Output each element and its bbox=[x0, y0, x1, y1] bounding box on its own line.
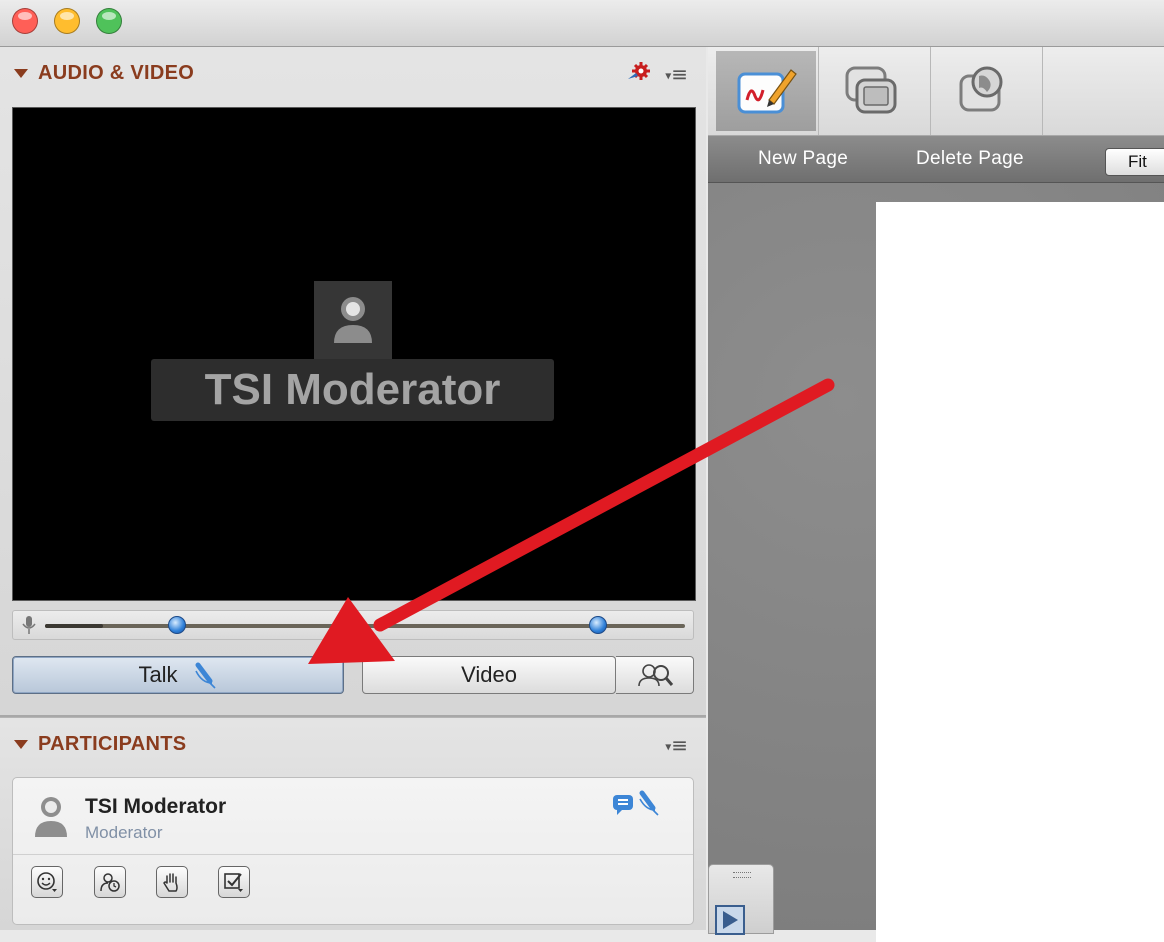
toolbar-separator bbox=[818, 47, 819, 135]
participant-name: TSI Moderator bbox=[85, 795, 227, 818]
microphone-icon bbox=[22, 616, 36, 634]
page-controls-bar: New Page Delete Page Fit bbox=[708, 136, 1164, 183]
minimize-window-button[interactable] bbox=[54, 8, 80, 34]
whiteboard-pen-icon bbox=[737, 69, 797, 114]
close-window-button[interactable] bbox=[12, 8, 38, 34]
mic-volume-slider-thumb[interactable] bbox=[168, 616, 186, 634]
participant-divider bbox=[13, 854, 693, 855]
window-titlebar bbox=[0, 0, 1164, 47]
away-status-button[interactable] bbox=[94, 866, 126, 898]
new-page-button[interactable]: New Page bbox=[758, 136, 848, 182]
microphone-icon bbox=[194, 662, 216, 689]
panel-menu-icon[interactable]: ▾≡ bbox=[665, 733, 688, 757]
collapse-triangle-icon[interactable] bbox=[14, 68, 28, 78]
mood-status-button[interactable] bbox=[31, 866, 63, 898]
hand-icon bbox=[163, 873, 178, 892]
whiteboard-area: New Page Delete Page Fit bbox=[708, 47, 1164, 942]
zoom-video-button[interactable] bbox=[616, 656, 694, 694]
delete-page-button[interactable]: Delete Page bbox=[916, 136, 1024, 182]
speaker-volume-slider-thumb[interactable] bbox=[589, 616, 607, 634]
raise-hand-button[interactable] bbox=[156, 866, 188, 898]
checkbox-icon bbox=[224, 873, 243, 892]
audio-level-bar bbox=[12, 610, 694, 640]
magnify-person-icon bbox=[637, 664, 673, 687]
whiteboard-tab[interactable] bbox=[716, 51, 816, 131]
participants-title: PARTICIPANTS bbox=[38, 732, 187, 755]
chat-bubble-icon[interactable] bbox=[611, 792, 635, 816]
collapse-triangle-icon[interactable] bbox=[14, 739, 28, 749]
zoom-window-button[interactable] bbox=[96, 8, 122, 34]
smiley-icon bbox=[37, 872, 57, 892]
participant-role: Moderator bbox=[85, 823, 163, 842]
screen-share-icon bbox=[845, 66, 897, 114]
content-toolbar bbox=[708, 47, 1164, 136]
video-label: Video bbox=[461, 662, 517, 687]
participant-avatar-icon bbox=[35, 797, 67, 837]
web-tab[interactable] bbox=[932, 51, 1032, 131]
video-button[interactable]: Video bbox=[362, 656, 616, 694]
video-participant-name: TSI Moderator bbox=[151, 359, 554, 421]
audio-video-title: AUDIO & VIDEO bbox=[38, 61, 195, 84]
panel-menu-icon[interactable]: ▾≡ bbox=[665, 62, 688, 86]
microphone-icon bbox=[639, 790, 659, 816]
sidebar-toggle-handle[interactable] bbox=[708, 864, 774, 935]
toolbar-separator bbox=[930, 47, 931, 135]
whiteboard-page[interactable] bbox=[876, 202, 1164, 942]
grip-icon bbox=[733, 872, 751, 878]
play-slide-icon bbox=[715, 905, 745, 935]
participants-header[interactable]: PARTICIPANTS ▾≡ bbox=[0, 718, 706, 770]
gear-icon[interactable] bbox=[626, 59, 652, 85]
toolbar-separator bbox=[1042, 47, 1043, 135]
person-clock-icon bbox=[100, 873, 120, 892]
audio-video-header[interactable]: AUDIO & VIDEO ▾≡ bbox=[0, 47, 706, 99]
fit-button[interactable]: Fit bbox=[1105, 148, 1164, 176]
video-display: TSI Moderator bbox=[12, 107, 696, 601]
screen-share-tab[interactable] bbox=[820, 51, 920, 131]
user-avatar-icon bbox=[314, 281, 392, 359]
poll-checkbox-button[interactable] bbox=[218, 866, 250, 898]
talk-label: Talk bbox=[138, 662, 178, 687]
talk-button[interactable]: Talk bbox=[12, 656, 344, 694]
participant-card[interactable]: TSI Moderator Moderator bbox=[12, 777, 694, 925]
mic-level-fill bbox=[45, 624, 103, 628]
fit-label: Fit bbox=[1128, 152, 1147, 171]
globe-icon bbox=[959, 66, 1003, 112]
